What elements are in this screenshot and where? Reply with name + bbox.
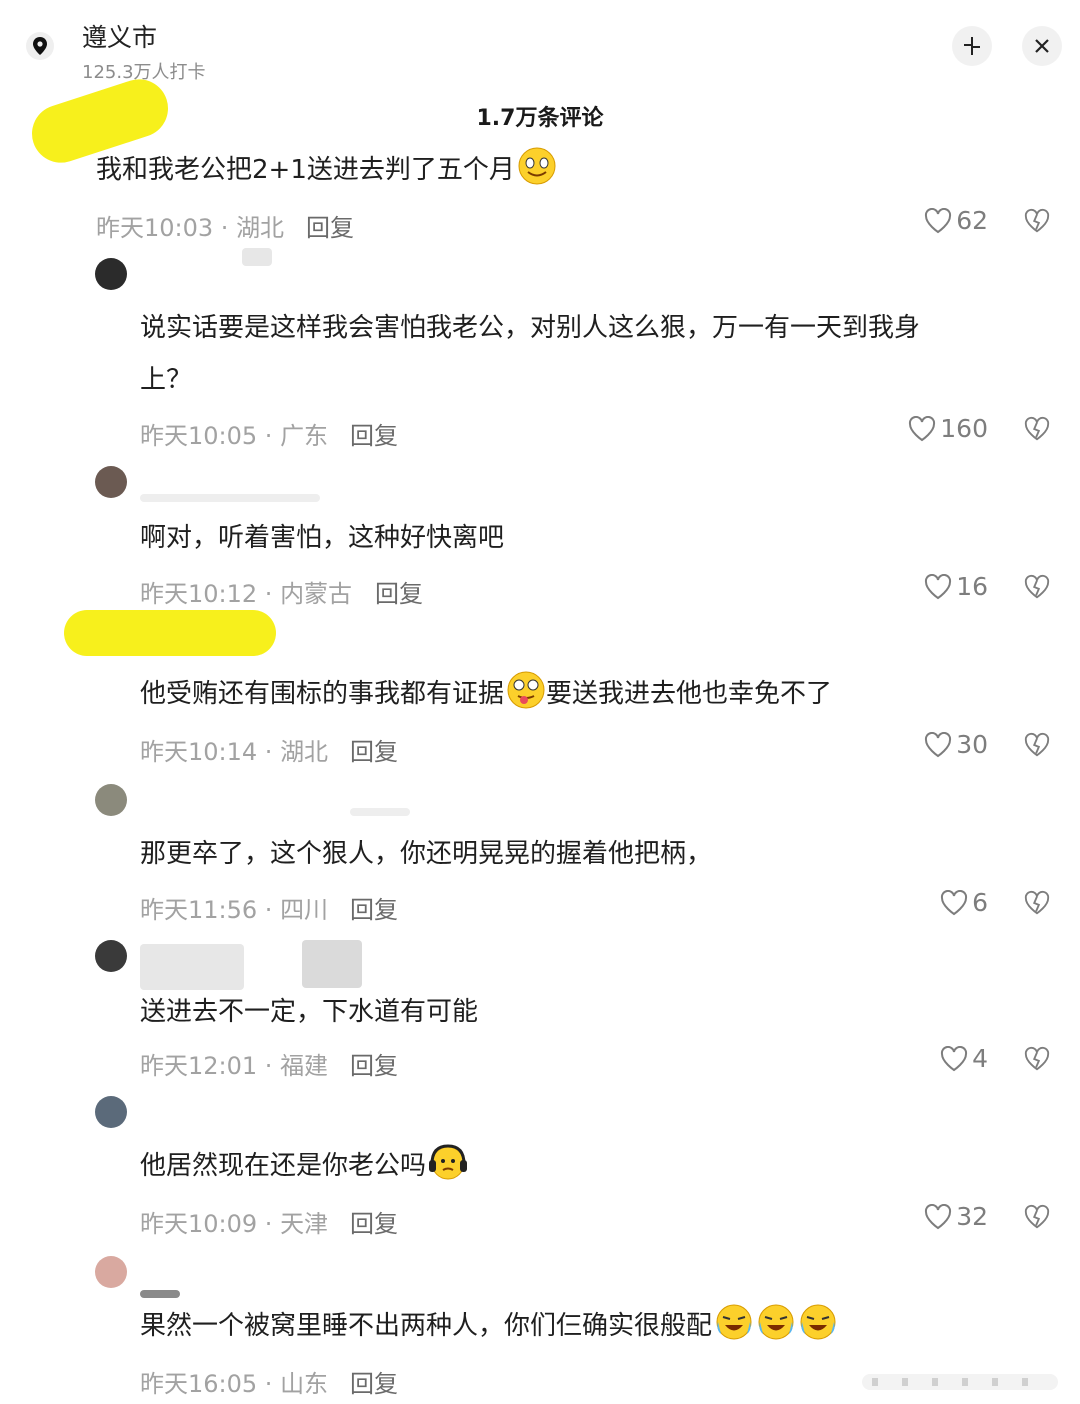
crying-laugh-emoji-icon: [716, 1304, 752, 1340]
like-button[interactable]: 62: [924, 206, 988, 235]
comment-text: 那更卒了，这个狠人，你还明晃晃的握着他把柄，: [140, 839, 713, 869]
redaction-mark: [64, 610, 276, 656]
heart-icon: [941, 1045, 968, 1071]
crying-laugh-emoji-icon: [758, 1304, 794, 1340]
watermark-icon: [862, 1374, 1058, 1390]
collapse-icon: [964, 37, 980, 55]
dizzy-tongue-emoji-icon: [507, 671, 545, 709]
like-button[interactable]: 16: [924, 572, 988, 601]
comment-meta: 昨天16:05 · 山东: [140, 1370, 329, 1398]
reply-button[interactable]: 回复: [350, 890, 398, 925]
broken-heart-icon[interactable]: [1024, 574, 1050, 600]
redacted-username: [302, 940, 362, 988]
heart-icon: [925, 207, 952, 233]
avatar[interactable]: [95, 466, 127, 498]
heart-icon: [909, 415, 936, 441]
redacted-username: [242, 248, 272, 266]
broken-heart-icon[interactable]: [1024, 1204, 1050, 1230]
avatar[interactable]: [95, 784, 127, 816]
reply-button[interactable]: 回复: [375, 574, 423, 609]
heart-icon: [925, 731, 952, 757]
like-button[interactable]: 4: [940, 1044, 988, 1073]
location-header: 遵义市 125.3万人打卡: [0, 0, 1080, 96]
collapse-button[interactable]: [952, 26, 992, 66]
crying-laugh-emoji-icon: [800, 1304, 836, 1340]
comment-meta: 昨天10:03 · 湖北: [96, 214, 285, 242]
avatar[interactable]: [95, 258, 127, 290]
avatar[interactable]: [95, 940, 127, 972]
smile-emoji-icon: [518, 147, 556, 185]
reply-button[interactable]: 回复: [350, 1204, 398, 1239]
heart-icon: [941, 889, 968, 915]
comment-meta: 昨天10:09 · 天津: [140, 1210, 329, 1238]
comment-meta: 昨天10:05 · 广东: [140, 422, 329, 450]
comment-meta: 昨天12:01 · 福建: [140, 1052, 329, 1080]
close-button[interactable]: [1022, 26, 1062, 66]
avatar[interactable]: [95, 1096, 127, 1128]
broken-heart-icon[interactable]: [1024, 890, 1050, 916]
location-name[interactable]: 遵义市: [82, 18, 157, 54]
broken-heart-icon[interactable]: [1024, 208, 1050, 234]
like-button[interactable]: 30: [924, 730, 988, 759]
comment-text: 果然一个被窝里睡不出两种人，你们仨确实很般配: [140, 1300, 838, 1352]
reply-button[interactable]: 回复: [350, 1046, 398, 1081]
comment-meta: 昨天10:12 · 内蒙古: [140, 580, 353, 608]
like-button[interactable]: 6: [940, 888, 988, 917]
broken-heart-icon[interactable]: [1024, 732, 1050, 758]
location-pin-icon: [26, 32, 54, 60]
comment-text: 他居然现在还是你老公吗: [140, 1140, 468, 1192]
reply-button[interactable]: 回复: [350, 1364, 398, 1399]
redacted-username: [350, 808, 410, 816]
reply-button[interactable]: 回复: [350, 732, 398, 767]
reply-button[interactable]: 回复: [306, 208, 354, 243]
headphones-emoji-icon: [429, 1144, 468, 1180]
comment-meta: 昨天11:56 · 四川: [140, 896, 329, 924]
like-button[interactable]: 32: [924, 1202, 988, 1231]
comment-text: 我和我老公把2+1送进去判了五个月: [96, 144, 557, 196]
comment-meta: 昨天10:14 · 湖北: [140, 738, 329, 766]
comment-text: 说实话要是这样我会害怕我老公，对别人这么狠，万一有一天到我身: [140, 313, 921, 343]
broken-heart-icon[interactable]: [1024, 1046, 1050, 1072]
like-button[interactable]: 160: [908, 414, 988, 443]
heart-icon: [925, 573, 952, 599]
broken-heart-icon[interactable]: [1024, 416, 1050, 442]
comment-text: 送进去不一定，下水道有可能: [140, 997, 479, 1027]
redacted-username: [140, 1290, 180, 1298]
reply-button[interactable]: 回复: [350, 416, 398, 451]
heart-icon: [925, 1203, 952, 1229]
close-icon: [1035, 39, 1049, 53]
comment-text: 啊对，听着害怕，这种好快离吧: [140, 523, 505, 553]
comment-text: 上？: [140, 365, 193, 395]
comment-text: 他受贿还有围标的事我都有证据 要送我进去他也幸免不了: [140, 668, 832, 720]
redacted-username: [140, 944, 244, 990]
avatar[interactable]: [95, 1256, 127, 1288]
redacted-username: [140, 494, 320, 502]
